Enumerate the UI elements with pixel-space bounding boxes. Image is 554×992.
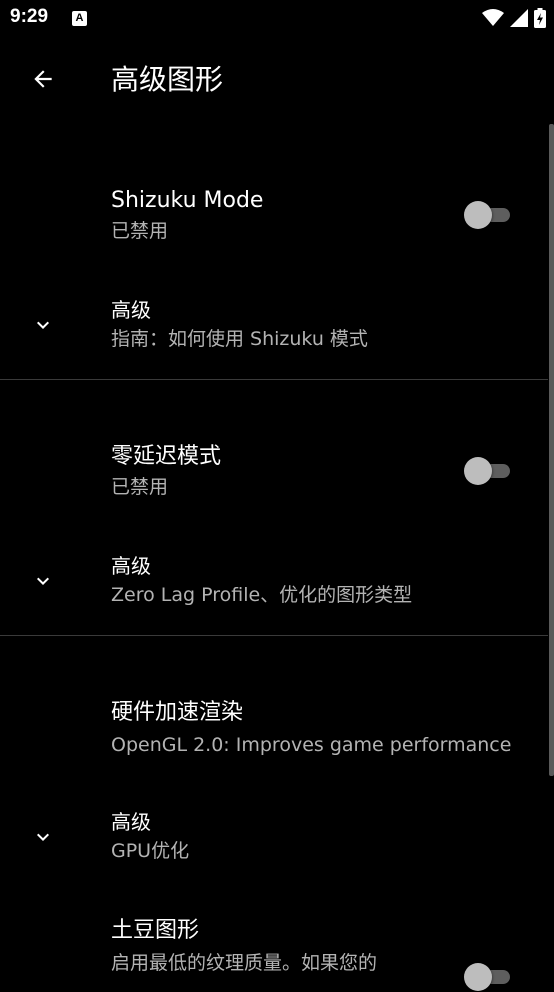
section-divider	[0, 379, 548, 380]
back-button[interactable]	[22, 60, 64, 102]
switch-thumb	[464, 963, 492, 991]
pref-hardware-accel[interactable]: 硬件加速渲染 OpenGL 2.0: Improves game perform…	[0, 686, 548, 772]
switch-thumb	[464, 457, 492, 485]
section-divider	[0, 635, 548, 636]
status-time: 9:29	[10, 6, 49, 27]
pref-shizuku-mode[interactable]: Shizuku Mode 已禁用	[0, 174, 548, 260]
wifi-icon	[482, 9, 504, 27]
pref-summary: 指南：如何使用 Shizuku 模式	[111, 328, 368, 350]
battery-charging-icon	[534, 8, 546, 28]
pref-title: Shizuku Mode	[111, 188, 264, 213]
app-bar: 高级图形	[0, 38, 554, 124]
pref-summary: OpenGL 2.0: Improves game performance	[111, 734, 512, 756]
page-title: 高级图形	[111, 63, 224, 96]
notification-a-icon: A	[72, 11, 87, 26]
pref-title: 高级	[111, 298, 151, 322]
zero-lag-switch[interactable]	[464, 456, 514, 486]
pref-summary: 启用最低的纹理质量。如果您的	[111, 952, 378, 974]
pref-title: 土豆图形	[111, 918, 200, 943]
pref-summary: 已禁用	[111, 476, 169, 498]
pref-advanced-shizuku[interactable]: 高级 指南：如何使用 Shizuku 模式	[0, 284, 548, 370]
pref-potato-graphics[interactable]: 土豆图形 启用最低的纹理质量。如果您的	[0, 904, 548, 991]
switch-thumb	[464, 201, 492, 229]
pref-title: 硬件加速渲染	[111, 700, 244, 725]
pref-zero-lag-mode[interactable]: 零延迟模式 已禁用	[0, 430, 548, 516]
pref-summary: Zero Lag Profile、优化的图形类型	[111, 584, 413, 606]
shizuku-mode-switch[interactable]	[464, 200, 514, 230]
status-bar: 9:29 A	[0, 0, 554, 38]
pref-title: 高级	[111, 554, 151, 578]
pref-advanced-gpu[interactable]: 高级 GPU优化	[0, 796, 548, 882]
preference-list: Shizuku Mode 已禁用 高级 指南：如何使用 Shizuku 模式 零…	[0, 124, 554, 991]
pref-advanced-zero-lag[interactable]: 高级 Zero Lag Profile、优化的图形类型	[0, 540, 548, 626]
pref-summary: GPU优化	[111, 840, 190, 862]
chevron-down-icon	[30, 568, 56, 594]
potato-graphics-switch[interactable]	[464, 962, 514, 992]
pref-title: 高级	[111, 810, 151, 834]
chevron-down-icon	[30, 312, 56, 338]
scrollbar[interactable]	[549, 124, 554, 776]
signal-icon	[510, 9, 528, 27]
pref-summary: 已禁用	[111, 220, 169, 242]
status-icons	[482, 8, 546, 28]
arrow-left-icon	[30, 66, 56, 96]
pref-title: 零延迟模式	[111, 444, 222, 469]
chevron-down-icon	[30, 824, 56, 850]
